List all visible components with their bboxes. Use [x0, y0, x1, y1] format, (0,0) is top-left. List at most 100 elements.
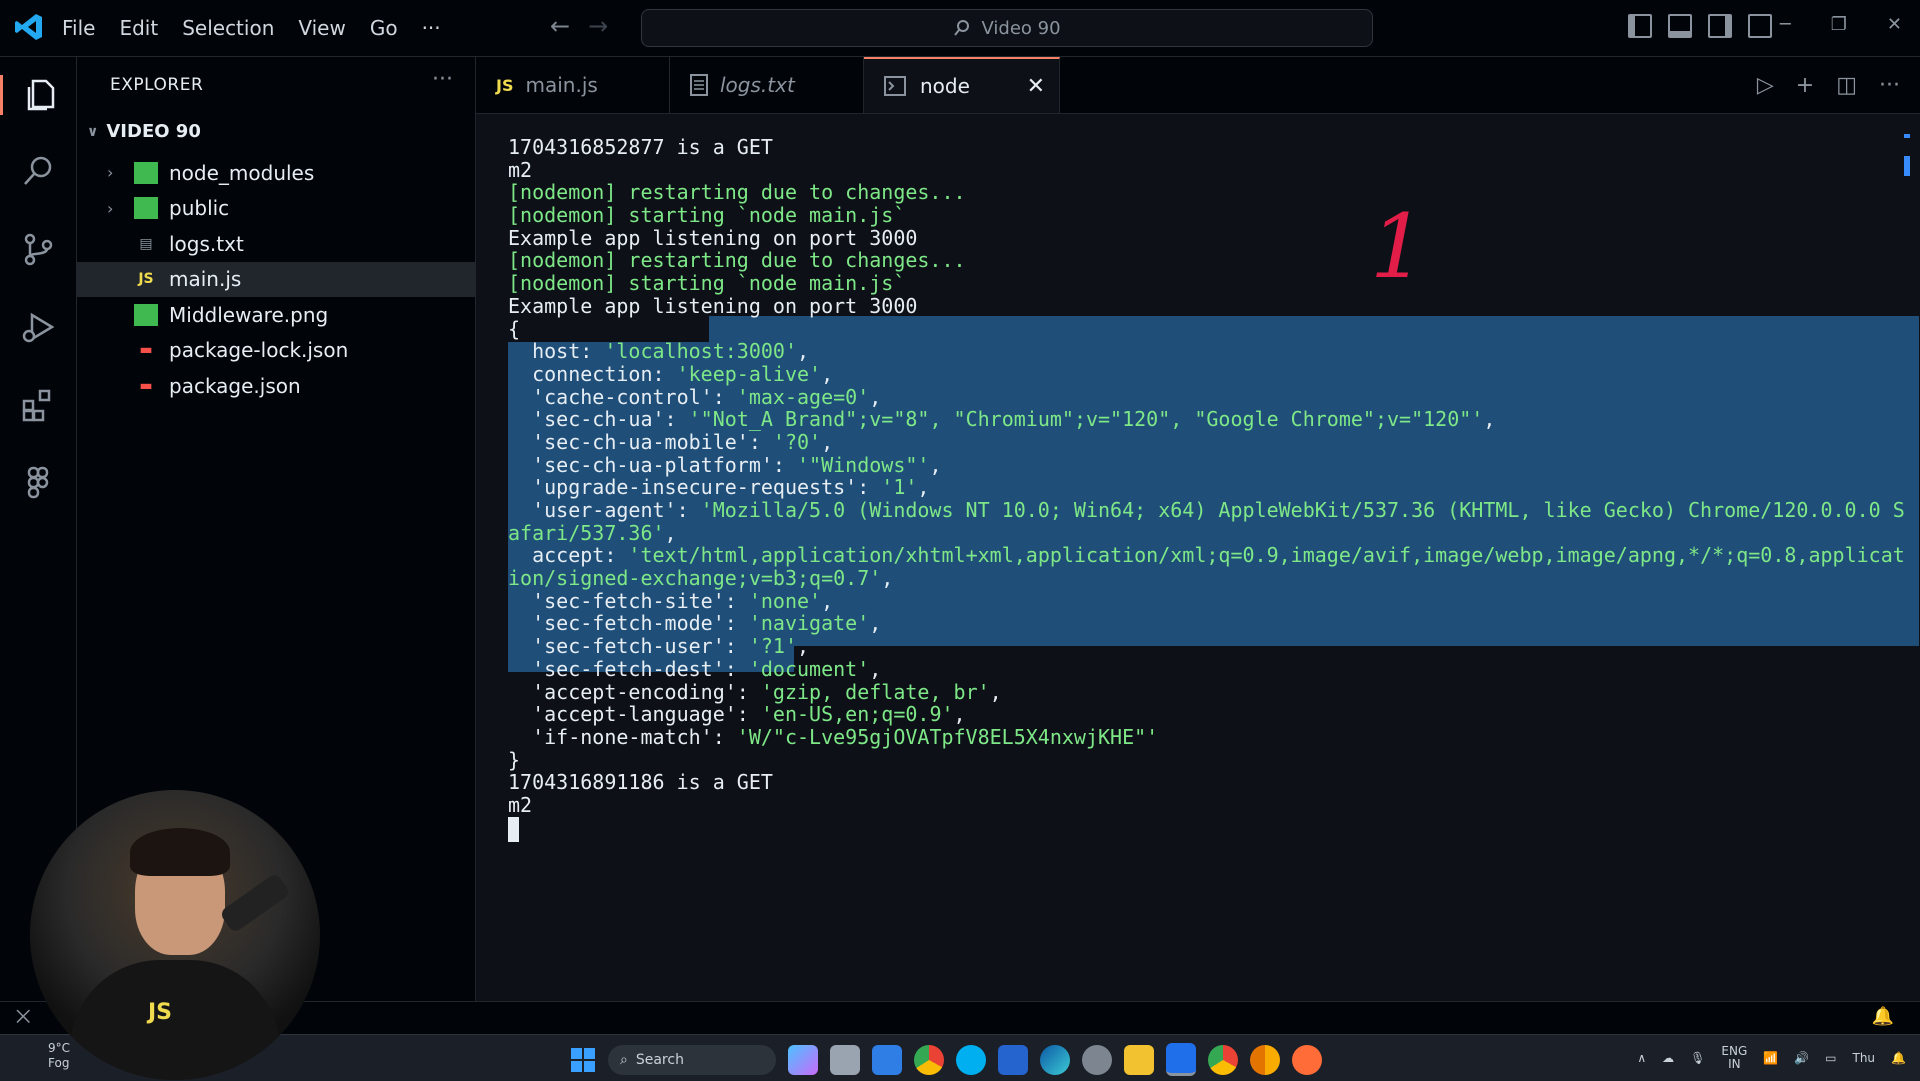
figma-activity[interactable]: [18, 463, 58, 503]
json-key: 'accept-encoding':: [508, 679, 761, 704]
close-tab-icon[interactable]: ✕: [1027, 74, 1045, 99]
menu-edit[interactable]: Edit: [119, 16, 158, 40]
chrome-canary-icon[interactable]: [1250, 1044, 1280, 1075]
menu-file[interactable]: File: [62, 16, 95, 40]
search-icon: ⌕: [620, 1051, 628, 1068]
json-punctuation: ,: [797, 634, 810, 659]
chevron-right-icon[interactable]: ›: [107, 199, 113, 218]
weather-desc: Fog: [48, 1056, 70, 1070]
json-key: 'user-agent':: [508, 498, 701, 522]
skype-icon[interactable]: [956, 1044, 986, 1075]
json-string-value: 'navigate': [748, 611, 870, 636]
todo-icon[interactable]: [998, 1044, 1028, 1075]
tab-actions: ▷ + ◫ ···: [1757, 73, 1900, 98]
settings-gear-icon[interactable]: [1082, 1044, 1112, 1075]
window-controls: ─ ❐ ✕: [1780, 14, 1902, 35]
customize-layout-icon[interactable]: [1748, 14, 1772, 38]
terminal-output[interactable]: 1704316852877 is a GET m2 [nodemon] restar…: [476, 114, 1920, 1000]
calendar-app-icon[interactable]: [872, 1044, 902, 1075]
file-tree-item[interactable]: ▬ package-lock.json: [77, 333, 475, 368]
menu-selection[interactable]: Selection: [182, 16, 274, 40]
tab-node-terminal[interactable]: node ✕: [864, 57, 1060, 113]
tab-logs-txt[interactable]: logs.txt: [670, 57, 864, 113]
microphone-icon[interactable]: 🎙: [1690, 1051, 1705, 1065]
edge-icon[interactable]: [1040, 1044, 1070, 1075]
onedrive-icon[interactable]: ☁: [1662, 1051, 1674, 1065]
run-debug-icon: [22, 312, 55, 343]
chrome-profile-icon[interactable]: [1208, 1044, 1238, 1075]
show-hidden-icons-icon[interactable]: ∧: [1637, 1051, 1646, 1065]
source-control-activity[interactable]: [18, 229, 58, 269]
toggle-secondary-sidebar-icon[interactable]: [1708, 14, 1732, 38]
workspace-folder[interactable]: ∨ VIDEO 90: [87, 121, 201, 142]
extensions-icon: [22, 389, 51, 422]
back-arrow-icon[interactable]: ←: [550, 12, 570, 40]
js-file-icon: JS: [496, 75, 514, 95]
title-bar: File Edit Selection View Go ··· ← → Vide…: [0, 0, 1920, 57]
minimize-icon[interactable]: ─: [1780, 14, 1791, 35]
new-terminal-icon[interactable]: +: [1796, 73, 1814, 98]
run-debug-activity[interactable]: [18, 307, 58, 347]
json-punctuation: ,: [929, 452, 942, 477]
windows-start-icon[interactable]: [570, 1047, 596, 1073]
battery-icon[interactable]: ▭: [1825, 1051, 1836, 1065]
file-tree-item[interactable]: › public: [77, 191, 475, 226]
copilot-icon[interactable]: [788, 1044, 818, 1075]
terminal-line: 'accept-language': 'en-US,en;q=0.9',: [508, 701, 1905, 726]
menu-more[interactable]: ···: [422, 16, 441, 40]
toggle-panel-icon[interactable]: [1668, 14, 1692, 38]
terminal-line: [nodemon] restarting due to changes...: [508, 248, 966, 273]
file-tree-item[interactable]: › node_modules: [77, 155, 475, 190]
run-icon[interactable]: ▷: [1757, 73, 1774, 98]
weather-widget[interactable]: 9°C Fog: [14, 1041, 70, 1071]
notification-icon[interactable]: 🔔: [1891, 1051, 1906, 1065]
terminal-text: 1704316852877 is a GET m2 [nodemon] restar…: [508, 134, 1905, 842]
close-window-icon[interactable]: ✕: [1887, 14, 1902, 35]
file-tree-item[interactable]: ▤ logs.txt: [77, 226, 475, 261]
terminal-line: 'sec-fetch-site': 'none',: [508, 588, 1905, 613]
postman-icon[interactable]: [1292, 1044, 1322, 1075]
volume-icon[interactable]: 🔊: [1794, 1051, 1809, 1065]
task-view-icon[interactable]: [830, 1044, 860, 1075]
chevron-right-icon[interactable]: ›: [107, 163, 113, 182]
json-punctuation: ,: [821, 588, 834, 613]
restore-icon[interactable]: ❐: [1831, 14, 1847, 35]
file-tree-item[interactable]: Middleware.png: [77, 297, 475, 332]
json-string-value: '?1': [748, 634, 797, 659]
scrollbar[interactable]: [1904, 134, 1910, 176]
remote-icon[interactable]: ⨉: [16, 1007, 30, 1028]
explorer-more-button[interactable]: ···: [432, 67, 453, 92]
terminal-line: ion/signed-exchange;v=b3;q=0.7',: [508, 565, 1905, 590]
notifications-bell-icon[interactable]: 🔔: [1872, 1006, 1894, 1027]
search-activity[interactable]: [18, 151, 58, 191]
file-tree-item[interactable]: ▬ package.json: [77, 368, 475, 403]
json-key: 'sec-fetch-dest':: [508, 656, 749, 681]
folder-icon: [134, 197, 158, 219]
json-string-value: 'Mozilla/5.0 (Windows NT 10.0; Win64; x6…: [700, 498, 1905, 522]
terminal-line: 1704316852877 is a GET: [508, 135, 773, 159]
json-string-value: afari/537.36': [508, 520, 665, 545]
menu-go[interactable]: Go: [370, 16, 398, 40]
file-explorer-icon[interactable]: [1124, 1044, 1154, 1075]
more-actions-icon[interactable]: ···: [1879, 73, 1900, 98]
clock-day[interactable]: Thu: [1853, 1051, 1876, 1065]
vscode-taskbar-icon[interactable]: [1166, 1043, 1196, 1076]
chrome-icon[interactable]: [914, 1044, 944, 1075]
explorer-activity[interactable]: [0, 75, 79, 115]
json-key: 'sec-ch-ua-platform':: [508, 452, 797, 477]
file-tree-item[interactable]: JS main.js: [77, 261, 475, 297]
language-indicator[interactable]: ENG IN: [1721, 1045, 1747, 1071]
wifi-icon[interactable]: 📶: [1763, 1051, 1778, 1065]
toggle-primary-sidebar-icon[interactable]: [1628, 14, 1652, 38]
tab-main-js[interactable]: JS main.js: [476, 57, 670, 113]
system-tray: ∧ ☁ 🎙 ENG IN 📶 🔊 ▭ Thu 🔔: [1637, 1045, 1906, 1071]
menu-view[interactable]: View: [298, 16, 345, 40]
taskbar-search[interactable]: ⌕ Search: [608, 1044, 776, 1075]
split-editor-icon[interactable]: ◫: [1836, 73, 1857, 98]
terminal-line: 'sec-fetch-user': '?1',: [508, 633, 1905, 659]
command-center-search[interactable]: Video 90: [641, 9, 1373, 47]
extensions-activity[interactable]: [18, 385, 58, 425]
terminal-line: accept: 'text/html,application/xhtml+xml…: [508, 542, 1905, 567]
forward-arrow-icon[interactable]: →: [588, 12, 608, 40]
json-punctuation: ,: [796, 339, 810, 364]
